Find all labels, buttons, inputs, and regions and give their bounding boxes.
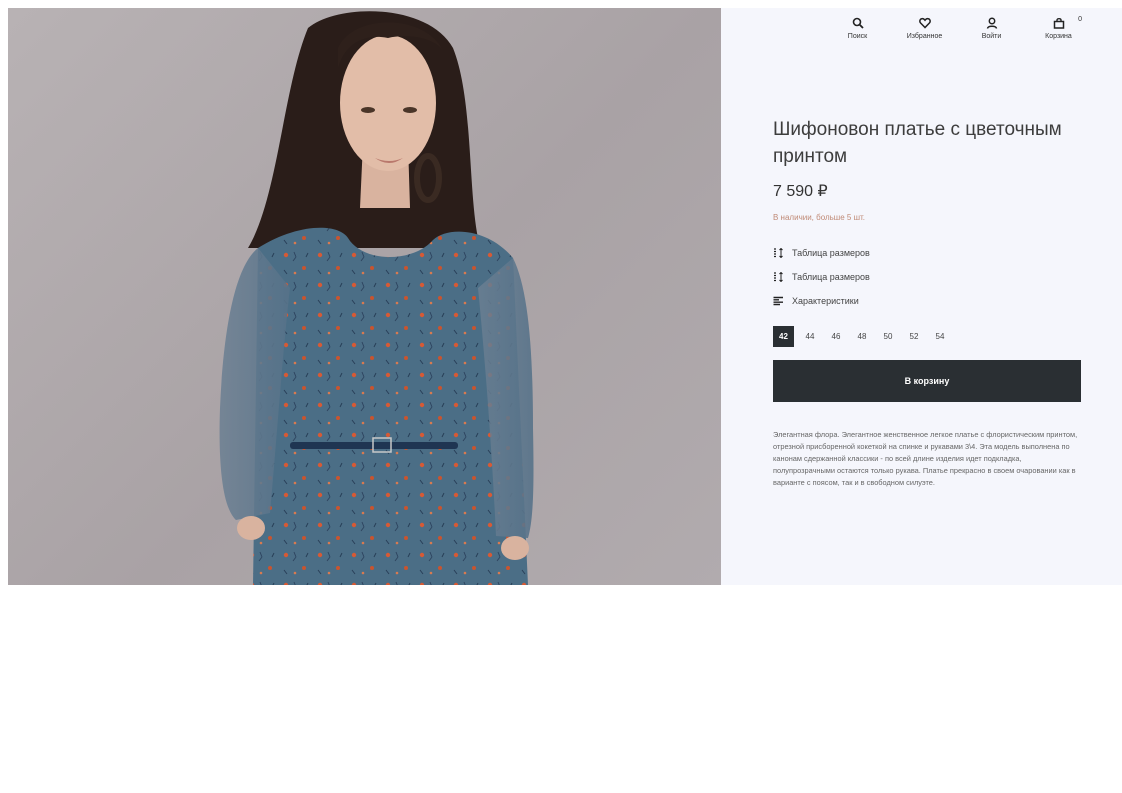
size-table-label-1: Таблица размеров (792, 248, 870, 258)
cart-count-badge: 0 (1078, 16, 1082, 23)
size-table-label-2: Таблица размеров (792, 272, 870, 282)
nav-search[interactable]: Поиск (824, 17, 891, 40)
product-page: Поиск Избранное Войти Корзина 0 Шифоново… (0, 0, 1122, 793)
characteristics-label: Характеристики (792, 296, 859, 306)
size-option-42[interactable]: 42 (773, 326, 794, 347)
size-option-48[interactable]: 48 (849, 326, 875, 347)
nav-favorites[interactable]: Избранное (891, 17, 958, 40)
size-option-54[interactable]: 54 (927, 326, 953, 347)
product-info-panel: Поиск Избранное Войти Корзина 0 Шифоново… (721, 8, 1122, 585)
product-photo[interactable] (8, 8, 721, 585)
size-table-icon (774, 248, 783, 258)
size-option-44[interactable]: 44 (797, 326, 823, 347)
size-table-link-2[interactable]: Таблица размеров (773, 272, 870, 282)
shopping-bag-icon (1053, 17, 1064, 29)
heart-icon (918, 17, 931, 29)
model-illustration (219, 11, 534, 585)
size-table-icon (774, 272, 783, 282)
search-icon (852, 17, 864, 29)
nav-favorites-label: Избранное (906, 33, 943, 40)
size-option-52[interactable]: 52 (901, 326, 927, 347)
size-option-46[interactable]: 46 (823, 326, 849, 347)
characteristics-link[interactable]: Характеристики (773, 296, 859, 306)
product-description: Элегантная флора. Элегантное женственное… (773, 430, 1078, 487)
nav-search-label: Поиск (847, 33, 868, 40)
nav-cart-label: Корзина (1045, 33, 1072, 40)
stock-status: В наличии, больше 5 шт. (773, 213, 865, 222)
nav-login-label: Войти (981, 33, 1002, 40)
nav-cart[interactable]: Корзина 0 (1025, 16, 1092, 40)
add-to-cart-button[interactable]: В корзину (773, 360, 1081, 402)
size-selector: 42 44 46 48 50 52 54 (773, 326, 953, 347)
size-table-link-1[interactable]: Таблица размеров (773, 248, 870, 258)
characteristics-icon (773, 296, 783, 306)
nav-login[interactable]: Войти (958, 17, 1025, 40)
top-navigation: Поиск Избранное Войти Корзина 0 (824, 16, 1092, 40)
user-icon (986, 17, 997, 29)
product-title: Шифоновон платье с цветочным принтом (773, 119, 1062, 167)
size-option-50[interactable]: 50 (875, 326, 901, 347)
product-price: 7 590 ₽ (773, 183, 828, 200)
